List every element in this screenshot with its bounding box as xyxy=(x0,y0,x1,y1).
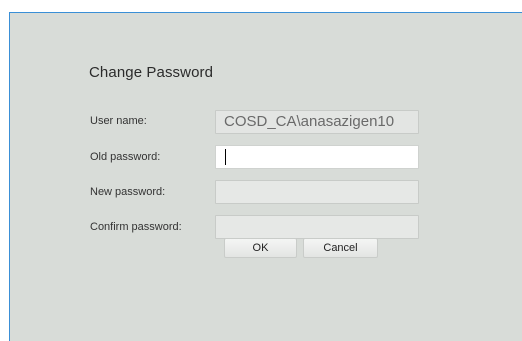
change-password-panel xyxy=(9,12,522,341)
new-password-field[interactable] xyxy=(215,180,419,204)
dialog-title: Change Password xyxy=(89,64,214,81)
old-password-field[interactable] xyxy=(215,145,419,169)
username-field: COSD_CA\anasazigen10 xyxy=(215,110,419,134)
ok-button[interactable]: OK xyxy=(224,238,297,258)
window-top-strip xyxy=(0,0,522,12)
username-label: User name: xyxy=(90,115,147,127)
cancel-button[interactable]: Cancel xyxy=(303,238,378,258)
text-caret xyxy=(225,149,226,165)
new-password-label: New password: xyxy=(90,186,166,198)
confirm-password-field[interactable] xyxy=(215,215,419,239)
old-password-label: Old password: xyxy=(90,151,161,163)
confirm-password-label: Confirm password: xyxy=(90,221,182,233)
